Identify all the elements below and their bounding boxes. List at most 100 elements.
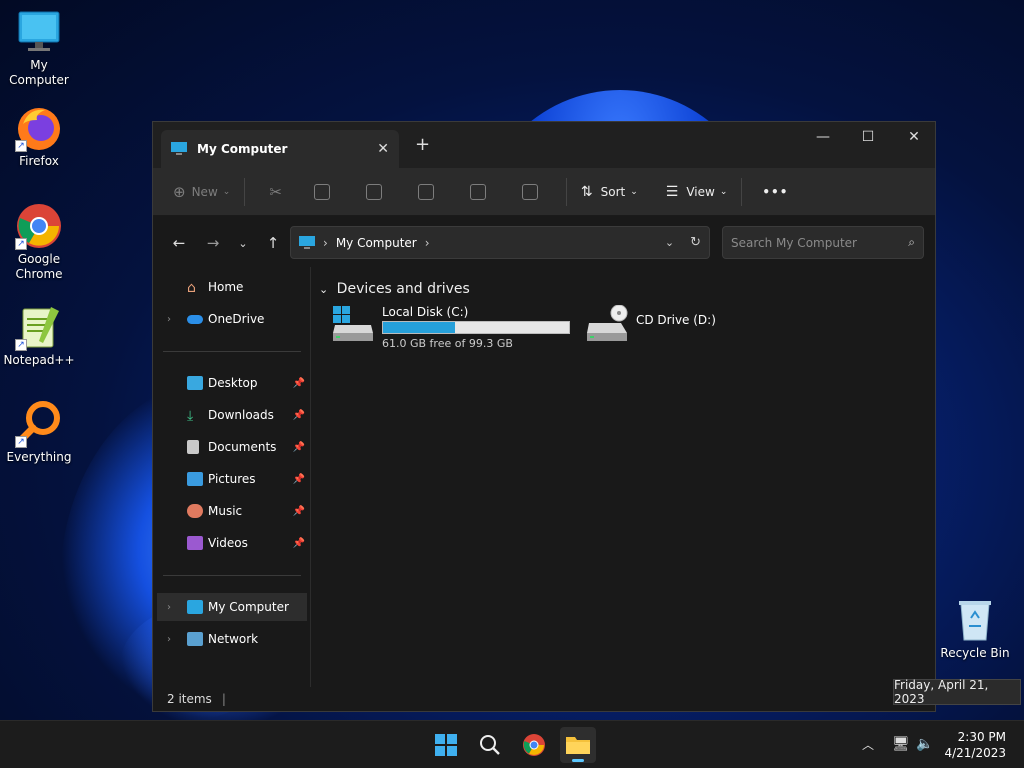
show-hidden-icons-chevron-icon[interactable]: ︿	[862, 736, 874, 753]
refresh-icon[interactable]: ↻	[690, 235, 701, 250]
expand-chevron-icon[interactable]: ›	[167, 314, 171, 325]
collapse-chevron-icon: ⌄	[319, 283, 329, 296]
group-header[interactable]: ⌄ Devices and drives	[319, 281, 470, 297]
speaker-icon[interactable]: 🔈	[916, 736, 933, 752]
desktop-icon	[187, 376, 203, 390]
sidebar-item-downloads[interactable]: ⤓ Downloads 📌	[157, 401, 307, 429]
desktop-icon-label: My Computer	[9, 58, 69, 87]
rename-icon	[417, 183, 434, 200]
start-button[interactable]	[428, 727, 464, 763]
title-bar: My Computer ✕ + — ☐ ✕	[153, 122, 935, 168]
view-list-icon: ☰	[665, 183, 679, 200]
status-separator: |	[221, 692, 226, 706]
sidebar-item-videos[interactable]: Videos 📌	[157, 529, 307, 557]
close-window-button[interactable]: ✕	[891, 122, 937, 152]
toolbar-separator	[741, 177, 743, 206]
search-taskbar-button[interactable]	[472, 727, 508, 763]
share-button[interactable]	[456, 176, 508, 208]
desktop-icon-everything[interactable]: ↗ Everything	[0, 400, 78, 465]
maximize-button[interactable]: ☐	[845, 122, 891, 152]
pin-icon[interactable]: 📌	[293, 538, 305, 549]
item-count: 2 items	[167, 692, 212, 706]
sidebar-item-home[interactable]: ⌂ Home	[157, 273, 307, 301]
expand-chevron-icon[interactable]: ›	[167, 602, 171, 613]
copy-button[interactable]	[300, 176, 352, 208]
sidebar-item-onedrive[interactable]: › OneDrive	[157, 305, 307, 333]
new-tab-button[interactable]: +	[415, 134, 430, 155]
sidebar-item-music[interactable]: Music 📌	[157, 497, 307, 525]
new-button[interactable]: ⊕ New ⌄	[165, 176, 238, 208]
sidebar-item-desktop[interactable]: Desktop 📌	[157, 369, 307, 397]
address-bar[interactable]: › My Computer › ⌄ ↻	[290, 226, 710, 259]
chevron-down-icon: ⌄	[222, 186, 231, 197]
command-bar: ⊕ New ⌄ ✂ ⇅ Sort ⌄ ☰ View ⌄ •••	[153, 168, 935, 216]
more-options-button[interactable]: •••	[748, 176, 796, 208]
file-explorer-taskbar-button[interactable]	[560, 727, 596, 763]
desktop-icon-label: Recycle Bin	[940, 646, 1010, 660]
date-tooltip: Friday, April 21, 2023	[893, 678, 1021, 706]
music-icon	[187, 504, 203, 518]
sort-button-label: Sort	[600, 184, 626, 199]
chevron-down-icon: ⌄	[719, 186, 728, 197]
breadcrumb-my-computer[interactable]: My Computer	[336, 236, 417, 250]
desktop-icon-my-computer[interactable]: My Computer	[0, 8, 78, 88]
group-title: Devices and drives	[336, 281, 470, 297]
download-icon: ⤓	[187, 408, 194, 424]
view-button[interactable]: ☰ View ⌄	[658, 176, 736, 208]
desktop-icon-recycle-bin[interactable]: Recycle Bin	[936, 596, 1014, 661]
back-button[interactable]: ←	[165, 234, 193, 252]
clock[interactable]: 2:30 PM 4/21/2023	[944, 729, 1006, 761]
desktop-icon-firefox[interactable]: ↗ Firefox	[0, 104, 78, 169]
shortcut-arrow-icon: ↗	[15, 436, 27, 448]
drive-free-space: 61.0 GB free of 99.3 GB	[382, 337, 513, 350]
document-icon	[187, 440, 199, 454]
clipboard-icon	[365, 183, 382, 200]
sidebar-item-my-computer[interactable]: › My Computer	[157, 593, 307, 621]
home-icon: ⌂	[187, 280, 196, 296]
paste-button[interactable]	[352, 176, 404, 208]
chrome-taskbar-button[interactable]	[516, 727, 552, 763]
breadcrumb-separator-icon: ›	[424, 235, 430, 250]
network-status-icon[interactable]: 🖥	[892, 736, 910, 752]
desktop-icon-notepad-plus-plus[interactable]: ↗ Notepad++	[0, 303, 78, 368]
search-box: ⌕	[722, 226, 924, 259]
delete-button[interactable]	[508, 176, 560, 208]
search-input[interactable]	[731, 235, 909, 250]
chevron-down-icon: ⌄	[630, 186, 638, 197]
desktop-icon-label: Everything	[6, 450, 72, 464]
clock-time: 2:30 PM	[957, 730, 1006, 744]
breadcrumb-separator-icon: ›	[323, 235, 328, 250]
monitor-icon	[299, 235, 315, 249]
sidebar-item-documents[interactable]: Documents 📌	[157, 433, 307, 461]
close-tab-icon[interactable]: ✕	[377, 141, 389, 157]
search-icon	[480, 735, 500, 755]
forward-button[interactable]: →	[199, 234, 227, 252]
tab-my-computer[interactable]: My Computer ✕	[161, 130, 399, 168]
pin-icon[interactable]: 📌	[293, 474, 305, 485]
shortcut-arrow-icon: ↗	[15, 238, 27, 250]
sidebar-item-network[interactable]: › Network	[157, 625, 307, 653]
cut-button[interactable]: ✂	[251, 176, 300, 208]
pin-icon[interactable]: 📌	[293, 506, 305, 517]
address-history-chevron-icon[interactable]: ⌄	[665, 236, 674, 249]
file-explorer-window: My Computer ✕ + — ☐ ✕ ⊕ New ⌄ ✂ ⇅ Sort ⌄…	[152, 121, 936, 712]
minimize-button[interactable]: —	[800, 122, 846, 152]
drive-cd-drive-d[interactable]: CD Drive (D:)	[585, 304, 716, 343]
pin-icon[interactable]: 📌	[293, 442, 305, 453]
rename-button[interactable]	[404, 176, 456, 208]
notepad-plus-plus-icon: ↗	[15, 303, 63, 351]
sidebar-divider	[163, 351, 301, 352]
pin-icon[interactable]: 📌	[293, 410, 305, 421]
desktop-icon-google-chrome[interactable]: ↗ Google Chrome	[0, 202, 78, 282]
folder-icon	[566, 737, 590, 754]
sort-button[interactable]: ⇅ Sort ⌄	[573, 176, 646, 208]
pin-icon[interactable]: 📌	[293, 378, 305, 389]
sidebar-item-pictures[interactable]: Pictures 📌	[157, 465, 307, 493]
desktop-icon-label: Google Chrome	[15, 252, 63, 281]
drive-local-disk-c[interactable]: Local Disk (C:) 61.0 GB free of 99.3 GB	[331, 305, 570, 350]
up-button[interactable]: ↑	[259, 234, 287, 252]
recent-locations-button[interactable]: ⌄	[229, 237, 257, 250]
drive-usage-fill	[383, 322, 455, 333]
picture-icon	[187, 472, 203, 486]
expand-chevron-icon[interactable]: ›	[167, 634, 171, 645]
